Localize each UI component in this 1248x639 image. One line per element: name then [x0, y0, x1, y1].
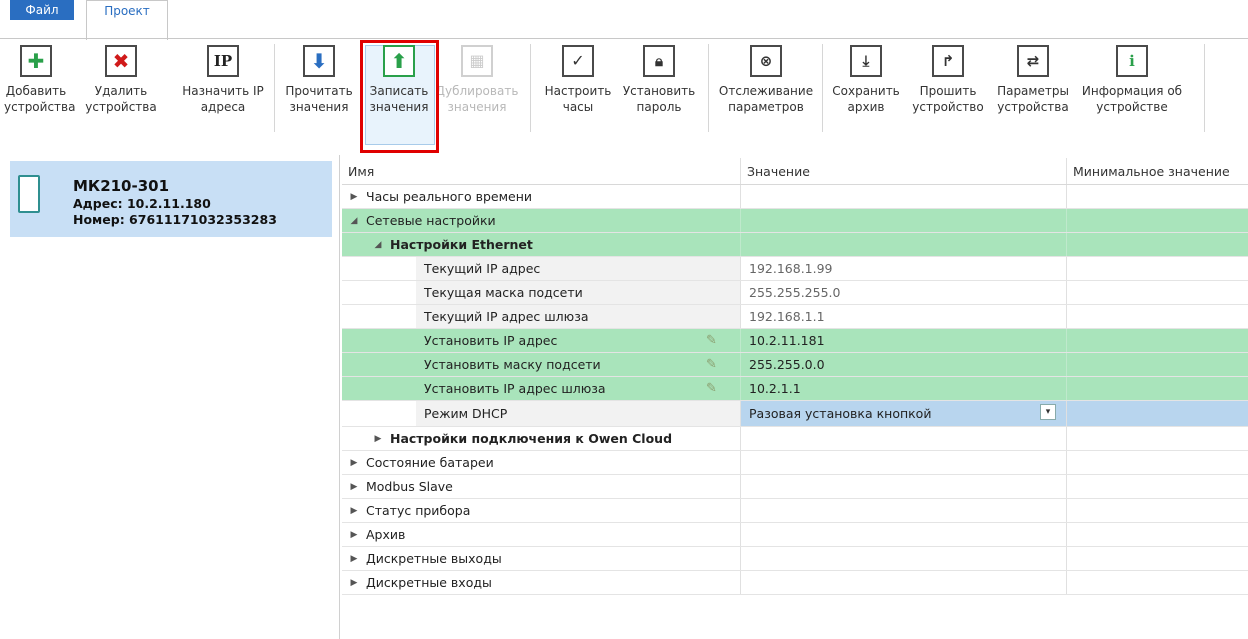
- table-row[interactable]: ◢ Настройки Ethernet: [342, 233, 1248, 257]
- table-row[interactable]: ▶ Часы реального времени: [342, 185, 1248, 209]
- read-values-button[interactable]: ⬇ Прочитать значения: [280, 45, 358, 115]
- add-device-button[interactable]: ✚ Добавить устройства: [4, 45, 75, 115]
- dhcp-mode-select[interactable]: Разовая установка кнопкой ▾: [740, 401, 1066, 426]
- add-device-icon: ✚: [20, 45, 52, 77]
- remove-device-icon: ✖: [105, 45, 137, 77]
- table-row[interactable]: ▶ Статус прибора: [342, 499, 1248, 523]
- assign-ip-button[interactable]: IP Назначить IP адреса: [176, 45, 270, 115]
- lock-icon: 🔒︎: [643, 45, 675, 77]
- monitor-icon: ⊗: [750, 45, 782, 77]
- device-icon: [18, 175, 40, 213]
- expand-arrow-icon[interactable]: ▶: [348, 192, 360, 202]
- monitor-params-button[interactable]: ⊗ Отслеживание параметров: [712, 45, 820, 115]
- exchange-arrows-icon: ⇄: [1017, 45, 1049, 77]
- set-password-button[interactable]: 🔒︎ Установить пароль: [616, 45, 702, 115]
- device-info-button[interactable]: ℹ Информация об устройстве: [1078, 45, 1186, 115]
- pencil-icon: ✎: [706, 381, 717, 396]
- chevron-down-icon[interactable]: ▾: [1040, 404, 1056, 420]
- table-row[interactable]: ◢ Сетевые настройки: [342, 209, 1248, 233]
- ip-icon: IP: [207, 45, 239, 77]
- table-row[interactable]: ▶ Состояние батареи: [342, 451, 1248, 475]
- device-list-panel: МК210-301 Адрес: 10.2.11.180 Номер: 6761…: [0, 155, 340, 639]
- parameters-grid: Имя Значение Минимальное значение ▶ Часы …: [342, 158, 1248, 639]
- table-row[interactable]: ▶ Дискретные выходы: [342, 547, 1248, 571]
- table-row[interactable]: ▶ Архив: [342, 523, 1248, 547]
- table-row[interactable]: ▶ Modbus Slave: [342, 475, 1248, 499]
- column-header-min[interactable]: Минимальное значение: [1066, 158, 1248, 184]
- table-row[interactable]: Текущий IP адрес шлюза 192.168.1.1: [342, 305, 1248, 329]
- tab-project[interactable]: Проект: [86, 0, 168, 40]
- expand-arrow-icon[interactable]: ▶: [372, 434, 384, 444]
- subnet-mask-input[interactable]: 255.255.0.0: [740, 353, 1066, 376]
- duplicate-values-button[interactable]: ▦ Дублировать значения: [434, 45, 520, 115]
- table-row[interactable]: Установить IP адрес шлюза ✎ 10.2.1.1: [342, 377, 1248, 401]
- column-header-name[interactable]: Имя: [342, 158, 740, 184]
- expand-arrow-icon[interactable]: ▶: [348, 458, 360, 468]
- highlight-frame: [360, 40, 439, 153]
- pencil-icon: ✎: [706, 333, 717, 348]
- grid-header: Имя Значение Минимальное значение: [342, 158, 1248, 185]
- table-row[interactable]: Установить маску подсети ✎ 255.255.0.0: [342, 353, 1248, 377]
- device-address: Адрес: 10.2.11.180: [73, 196, 211, 211]
- expand-arrow-icon[interactable]: ▶: [348, 530, 360, 540]
- arrow-down-icon: ⬇: [303, 45, 335, 77]
- save-archive-icon: ⤓: [850, 45, 882, 77]
- column-header-value[interactable]: Значение: [740, 158, 1066, 184]
- device-item[interactable]: МК210-301 Адрес: 10.2.11.180 Номер: 6761…: [10, 161, 332, 237]
- pencil-icon: ✎: [706, 357, 717, 372]
- table-row[interactable]: ▶ Дискретные входы: [342, 571, 1248, 595]
- gateway-input[interactable]: 10.2.1.1: [740, 377, 1066, 400]
- expand-arrow-icon[interactable]: ▶: [348, 506, 360, 516]
- table-row[interactable]: Текущий IP адрес 192.168.1.99: [342, 257, 1248, 281]
- ribbon-tabbar: Файл Проект: [0, 0, 1248, 40]
- set-clock-button[interactable]: ✓ Настроить часы: [538, 45, 618, 115]
- table-row[interactable]: Установить IP адрес ✎ 10.2.11.181: [342, 329, 1248, 353]
- duplicate-table-icon: ▦: [461, 45, 493, 77]
- ip-address-input[interactable]: 10.2.11.181: [740, 329, 1066, 352]
- device-params-button[interactable]: ⇄ Параметры устройства: [990, 45, 1076, 115]
- clock-icon: ✓: [562, 45, 594, 77]
- ribbon-toolbar: ✚ Добавить устройства ✖ Удалить устройст…: [0, 40, 1248, 155]
- table-row[interactable]: Режим DHCP Разовая установка кнопкой ▾: [342, 401, 1248, 427]
- flash-device-icon: ↱: [932, 45, 964, 77]
- info-icon: ℹ: [1116, 45, 1148, 77]
- device-number: Номер: 67611171032353283: [73, 212, 277, 227]
- table-row[interactable]: Текущая маска подсети 255.255.255.0: [342, 281, 1248, 305]
- remove-device-button[interactable]: ✖ Удалить устройства: [72, 45, 170, 115]
- collapse-arrow-icon[interactable]: ◢: [348, 216, 360, 226]
- save-archive-button[interactable]: ⤓ Сохранить архив: [826, 45, 906, 115]
- tab-file[interactable]: Файл: [10, 0, 74, 20]
- collapse-arrow-icon[interactable]: ◢: [372, 240, 384, 250]
- table-row[interactable]: ▶ Настройки подключения к Owen Cloud: [342, 427, 1248, 451]
- expand-arrow-icon[interactable]: ▶: [348, 482, 360, 492]
- expand-arrow-icon[interactable]: ▶: [348, 554, 360, 564]
- device-name: МК210-301: [73, 177, 170, 195]
- expand-arrow-icon[interactable]: ▶: [348, 578, 360, 588]
- flash-device-button[interactable]: ↱ Прошить устройство: [906, 45, 990, 115]
